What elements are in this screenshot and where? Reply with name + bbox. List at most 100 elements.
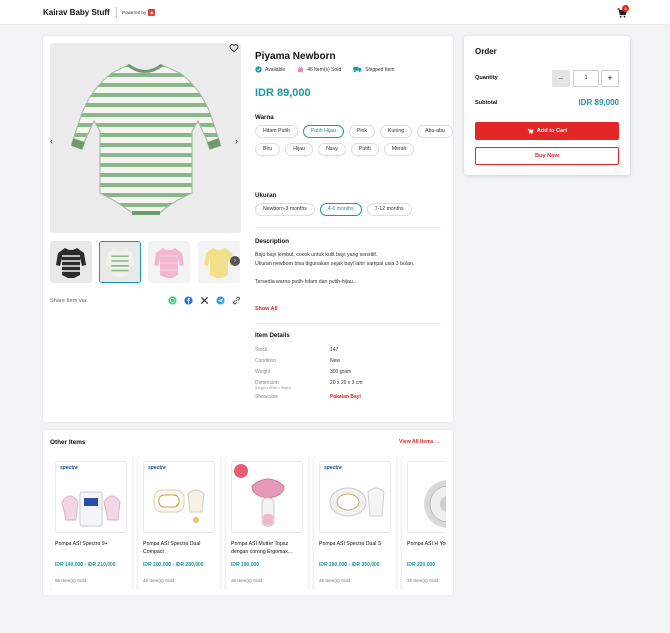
thumbnail-black-white[interactable] (50, 241, 92, 283)
order-card: Order Quantity − 1 + Subtotal IDR 89,000… (464, 36, 630, 175)
view-all-items-link[interactable]: View All Items → (399, 439, 440, 445)
brand-logo: spectra (60, 465, 78, 471)
other-item-card[interactable]: Pompa ASI Mutter Topaz dengan corong Erg… (226, 456, 308, 590)
telegram-icon[interactable] (216, 296, 225, 305)
copy-link-icon[interactable] (232, 296, 241, 305)
other-item-image (231, 461, 303, 533)
color-option[interactable]: Putih (350, 143, 379, 156)
other-item-card[interactable]: spectra Pompa ASI Spectra Dual Compact IDR… (138, 456, 220, 590)
color-option[interactable]: Biru (255, 143, 281, 156)
color-options: Hitam Putih Putih Hijau Pink Kuning Abu-abu B… (255, 125, 455, 156)
other-item-sold: 35 Item(s) Sold (319, 578, 351, 583)
dimension-subkey: (Length x Width x Height) (255, 386, 291, 390)
detail-key: Condition (255, 358, 277, 364)
size-option[interactable]: Newborn-3 months (255, 203, 315, 216)
detail-row-weight: Weight 300 gram (255, 369, 445, 380)
sold-text: 46 Item(s) Sold (307, 66, 342, 73)
other-item-price: IDR 200,000 - IDR 280,000 (143, 562, 204, 568)
other-item-sold: 25 Item(s) Sold (407, 578, 439, 583)
facebook-icon[interactable] (184, 296, 193, 305)
color-option[interactable]: Putih Hijau (302, 125, 344, 138)
image-next-arrow-icon[interactable]: › (235, 136, 238, 146)
size-option[interactable]: 7-12 months (366, 203, 412, 216)
powered-by: Powered by ◆ (116, 7, 156, 18)
product-price: IDR 89,000 (255, 87, 311, 99)
shipping: Shipped Item (353, 66, 395, 73)
size-options: Newborn-3 months 4-6 months 7-12 months (255, 203, 455, 216)
thumbnails-next-icon[interactable]: › (230, 256, 240, 266)
color-option[interactable]: Kuning (380, 125, 413, 138)
cart-count-badge: 2 (622, 5, 629, 12)
other-item-sold: 36 Item(s) Sold (231, 578, 263, 583)
order-title: Order (475, 47, 497, 56)
share-label: Share Item via: (50, 298, 88, 304)
wishlist-heart-icon[interactable] (229, 43, 239, 53)
detail-value: New (330, 358, 341, 364)
other-item-price: IDR 280,000 - IDR 350,000 (319, 562, 380, 568)
detail-value: 147 (330, 347, 339, 353)
buy-now-button[interactable]: Buy Now (475, 147, 619, 165)
detail-row-condition: Condition New (255, 358, 445, 369)
size-option[interactable]: 4-6 months (319, 203, 362, 216)
description-line-3: Tersedia warna putih-hitam dan putih-hij… (255, 279, 358, 285)
other-item-name: Pompa ASI Spectra Dual Compact (143, 541, 201, 555)
add-to-cart-button[interactable]: Add to Cart (475, 122, 619, 140)
showcase-link[interactable]: Pakaian Bayi (330, 394, 361, 400)
other-item-name: Pompa ASI H Youha Ins Ge (407, 541, 446, 547)
shopping-bag-icon (298, 66, 304, 73)
other-item-image: spectra (319, 461, 391, 533)
color-option[interactable]: Navy (318, 143, 346, 156)
product-card: ‹ › › Share Item via: Piyama Newborn Ava… (43, 36, 453, 422)
thumbnail-white-green[interactable] (99, 241, 141, 283)
availability-text: Available (265, 66, 286, 73)
color-option[interactable]: Abu-abu (417, 125, 453, 138)
sold-count: 46 Item(s) Sold (297, 66, 341, 73)
size-label: Ukuran (255, 192, 277, 199)
quantity-input[interactable]: 1 (573, 70, 599, 87)
check-circle-icon (255, 66, 262, 73)
item-details: Stock 147 Condition New Weight 300 gram Dim… (255, 347, 445, 405)
divider (255, 323, 441, 324)
top-bar: Kairav Baby Stuff Powered by ◆ 2 (0, 0, 670, 25)
color-option[interactable]: Pink (348, 125, 375, 138)
onesie-image (70, 63, 222, 215)
platform-logo-icon: ◆ (148, 9, 156, 16)
powered-by-label: Powered by (122, 10, 147, 15)
quantity-increase-button[interactable]: + (601, 70, 619, 87)
quantity-label: Quantity (475, 75, 498, 81)
store-name[interactable]: Kairav Baby Stuff (43, 8, 110, 17)
other-item-card[interactable]: spectra Pompa ASI Spectra Dual S IDR 280,0… (314, 456, 396, 590)
description-line-1: Baju bayi lembut, cocok untuk kulit bayi… (255, 252, 378, 258)
whatsapp-icon[interactable] (168, 296, 177, 305)
item-details-label: Item Details (255, 332, 290, 339)
other-item-name: Pompa ASI Spectra Dual S (319, 541, 382, 547)
other-item-image: spectra (143, 461, 215, 533)
color-option[interactable]: Merah (383, 143, 415, 156)
other-item-card[interactable]: spectra Pompa ASI Spectra 9+ IDR 140,000 -… (50, 456, 132, 590)
show-all-link[interactable]: Show All (255, 306, 278, 312)
detail-value: 20 x 20 x 3 cm (330, 380, 363, 386)
add-to-cart-label: Add to Cart (536, 128, 568, 134)
product-meta: Available 46 Item(s) Sold Shipped Item (255, 66, 395, 73)
other-item-price: IDR 140,000 - IDR 210,000 (55, 562, 116, 568)
shipping-text: Shipped Item (365, 66, 395, 73)
detail-row-dimension: Dimension (Length x Width x Height) 20 x 2… (255, 380, 445, 394)
description-line-2: Ukuran newborn bisa digunakan sejak bayi… (255, 261, 415, 267)
detail-row-showcase: Showcase Pakaian Bayi (255, 394, 445, 405)
quantity-decrease-button[interactable]: − (552, 70, 570, 87)
product-title: Piyama Newborn (255, 51, 336, 62)
brand-logo: spectra (324, 465, 342, 471)
thumbnail-pink[interactable] (148, 241, 190, 283)
description-label: Description (255, 238, 290, 245)
other-item-sold: 48 Item(s) Sold (143, 578, 175, 583)
color-option[interactable]: Hitam Putih (255, 125, 298, 138)
other-item-image: YOU (407, 461, 446, 533)
cart-icon (527, 128, 534, 134)
color-option[interactable]: Hijau (285, 143, 314, 156)
detail-key: Dimension (Length x Width x Height) (255, 380, 291, 390)
description-text: Baju bayi lembut, cocok untuk kulit bayi… (255, 251, 435, 287)
subtotal-value: IDR 89,000 (578, 98, 619, 107)
other-item-card[interactable]: YOU Pompa ASI H Youha Ins Ge IDR 220,000 25… (402, 456, 446, 590)
x-twitter-icon[interactable] (200, 296, 209, 305)
image-prev-arrow-icon[interactable]: ‹ (50, 136, 53, 146)
